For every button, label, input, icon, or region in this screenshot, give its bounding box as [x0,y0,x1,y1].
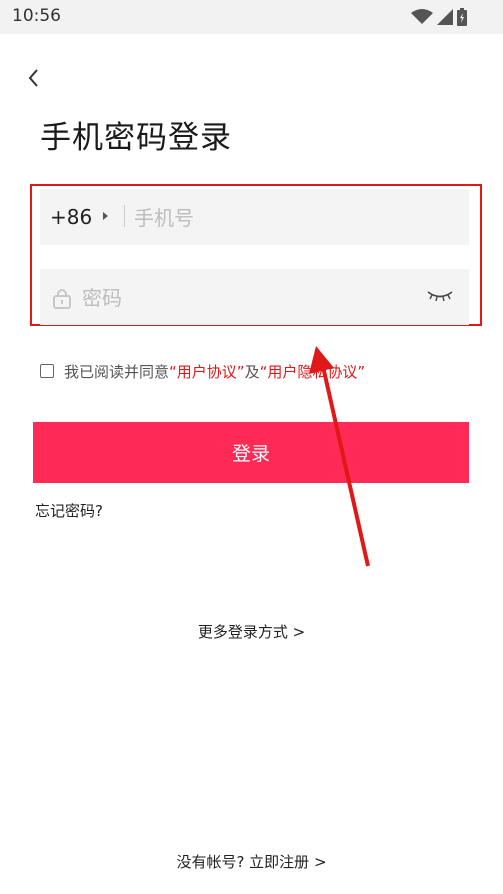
login-button[interactable]: 登录 [33,422,469,483]
user-agreement-link[interactable]: “用户协议” [169,363,245,381]
chevron-left-icon [28,69,38,87]
agreement-checkbox[interactable] [40,364,54,378]
field-divider [124,205,125,227]
status-icons [411,7,467,27]
battery-icon [457,8,467,26]
status-bar: 10:56 [0,0,503,34]
status-time: 10:56 [12,6,61,26]
lock-icon [53,289,71,309]
password-field [40,269,469,325]
caret-right-icon[interactable] [102,211,110,221]
eye-closed-icon[interactable] [426,289,454,303]
phone-field: +86 [40,189,469,245]
privacy-agreement-link[interactable]: “用户隐私协议” [260,363,366,381]
more-login-methods-link[interactable]: 更多登录方式 > [0,621,503,642]
phone-input[interactable] [132,201,436,235]
back-button[interactable] [22,64,46,92]
page-title: 手机密码登录 [40,120,232,156]
wifi-icon [411,9,433,24]
password-input[interactable] [80,281,384,315]
agreement-prefix: 我已阅读并同意 [64,362,170,381]
register-link[interactable]: 没有帐号? 立即注册 > [0,851,503,872]
agreement-row: 我已阅读并同意“用户协议”及“用户隐私协议” [40,361,365,381]
country-code-selector[interactable]: +86 [50,205,92,229]
agreement-middle: 及 [244,362,260,381]
signal-icon [437,9,453,25]
agreement-text: 我已阅读并同意“用户协议”及“用户隐私协议” [64,361,365,382]
forgot-password-link[interactable]: 忘记密码? [35,500,103,521]
